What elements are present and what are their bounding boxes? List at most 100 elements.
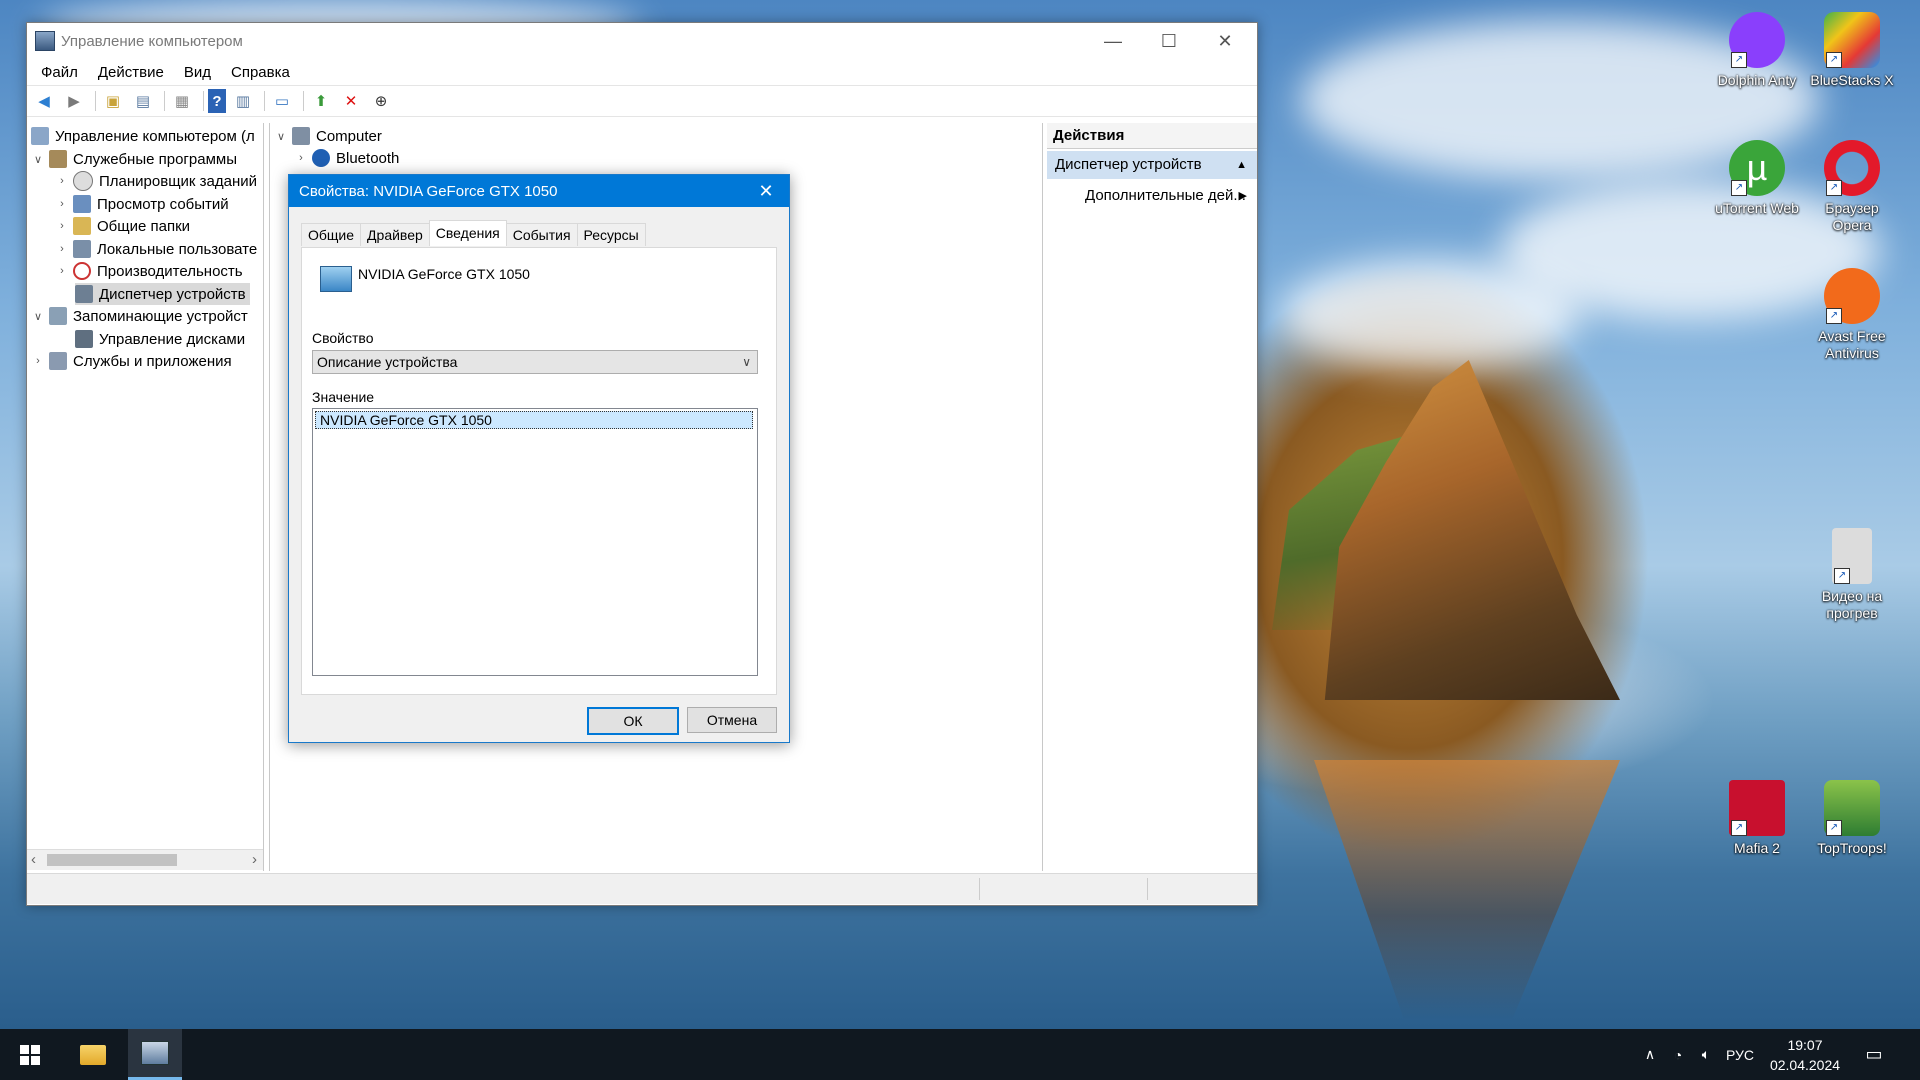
- dialog-close-icon[interactable]: ✕: [743, 175, 789, 207]
- chevron-up-icon[interactable]: ∧: [1636, 1046, 1664, 1063]
- menu-file[interactable]: Файл: [31, 64, 88, 81]
- tree-label: Планировщик заданий: [99, 172, 257, 190]
- horizontal-scrollbar[interactable]: ‹ ›: [27, 849, 263, 870]
- desktop-icon-label: Видео на прогрев: [1821, 588, 1883, 621]
- minimize-button[interactable]: —: [1085, 23, 1141, 59]
- taskbar-file-explorer[interactable]: [66, 1029, 120, 1080]
- desktop-icon-label: Браузер Opera: [1825, 200, 1879, 233]
- desktop-icon-label: Mafia 2: [1734, 840, 1780, 856]
- scroll-left-icon[interactable]: ‹: [31, 851, 36, 868]
- dialog-titlebar[interactable]: Свойства: NVIDIA GeForce GTX 1050 ✕: [289, 175, 789, 207]
- update-driver-icon[interactable]: ⬆: [308, 89, 334, 113]
- details-tab-page: NVIDIA GeForce GTX 1050 Свойство Описани…: [301, 247, 777, 695]
- chevron-down-icon[interactable]: ∨: [31, 310, 45, 323]
- properties-icon[interactable]: ▦: [169, 89, 195, 113]
- device-computer[interactable]: ∨ Computer: [274, 125, 382, 147]
- desktop-icon-video[interactable]: ↗ Видео на прогрев: [1804, 528, 1900, 622]
- desktop-icon-mafia2[interactable]: ↗ Mafia 2: [1709, 780, 1805, 857]
- up-folder-icon[interactable]: ▣: [100, 89, 126, 113]
- chevron-right-icon[interactable]: ›: [31, 355, 45, 367]
- chevron-right-icon[interactable]: ›: [294, 152, 308, 164]
- avast-icon: ↗: [1824, 268, 1880, 324]
- close-button[interactable]: ✕: [1197, 23, 1253, 59]
- video-file-icon: ↗: [1832, 528, 1872, 584]
- chevron-down-icon[interactable]: ∨: [274, 130, 288, 143]
- menu-view[interactable]: Вид: [174, 64, 221, 81]
- network-icon[interactable]: ◔: [1664, 1047, 1692, 1063]
- tab-events[interactable]: События: [505, 223, 578, 246]
- show-tree-icon[interactable]: ▤: [130, 89, 156, 113]
- forward-icon[interactable]: ▶: [61, 89, 87, 113]
- desktop-icon-utorrent[interactable]: µ ↗ uTorrent Web: [1709, 140, 1805, 217]
- start-button[interactable]: [4, 1029, 56, 1080]
- desktop-icon-label: TopTroops!: [1817, 840, 1887, 856]
- back-icon[interactable]: ◀: [31, 89, 57, 113]
- chevron-right-icon[interactable]: ›: [55, 175, 69, 187]
- tab-details[interactable]: Сведения: [428, 220, 507, 246]
- tree-item-storage[interactable]: ∨ Запоминающие устройст: [31, 305, 248, 327]
- menu-help[interactable]: Справка: [221, 64, 300, 81]
- chevron-right-icon[interactable]: ›: [55, 265, 69, 277]
- clock[interactable]: 19:07 02.04.2024: [1760, 1035, 1850, 1075]
- menu-action[interactable]: Действие: [88, 64, 174, 81]
- tree-label: Запоминающие устройст: [73, 307, 248, 325]
- window-titlebar[interactable]: Управление компьютером: [27, 23, 1257, 59]
- chevron-right-icon[interactable]: ›: [55, 198, 69, 210]
- event-viewer-icon: [73, 195, 91, 213]
- tree-item-system-tools[interactable]: ∨ Служебные программы: [31, 148, 237, 170]
- users-icon: [73, 240, 91, 258]
- scrollbar-thumb[interactable]: [47, 854, 177, 866]
- tab-general[interactable]: Общие: [301, 223, 362, 246]
- uninstall-icon[interactable]: ✕: [338, 89, 364, 113]
- maximize-button[interactable]: ☐: [1141, 23, 1197, 59]
- tree-label: Просмотр событий: [97, 195, 229, 213]
- value-listbox[interactable]: NVIDIA GeForce GTX 1050: [312, 408, 758, 676]
- desktop-icon-bluestacks[interactable]: ↗ BlueStacks X: [1804, 12, 1900, 89]
- language-indicator[interactable]: РУС: [1720, 1047, 1760, 1063]
- device-bluetooth[interactable]: › Bluetooth: [294, 147, 399, 169]
- tree-label: Производительность: [97, 262, 243, 280]
- tree-item-shared-folders[interactable]: › Общие папки: [55, 215, 190, 237]
- disk-icon: [75, 330, 93, 348]
- collapse-up-icon[interactable]: ▲: [1236, 151, 1247, 179]
- tree-item-performance[interactable]: › Производительность: [55, 260, 243, 282]
- taskbar-computer-management[interactable]: [128, 1029, 182, 1080]
- desktop-icon-label: Avast Free Antivirus: [1818, 328, 1886, 361]
- tree-label: Общие папки: [97, 217, 191, 235]
- actions-more[interactable]: Дополнительные дей... ▶: [1047, 183, 1257, 209]
- tree-root[interactable]: Управление компьютером (л: [31, 125, 255, 147]
- property-select[interactable]: Описание устройства ∨: [312, 350, 758, 374]
- ok-button[interactable]: ОК: [587, 707, 679, 735]
- desktop-icon-toptroops[interactable]: ↗ TopTroops!: [1804, 780, 1900, 857]
- desktop-icon-opera[interactable]: ↗ Браузер Opera: [1804, 140, 1900, 234]
- action-pane-icon[interactable]: ▥: [230, 89, 256, 113]
- tree-item-task-scheduler[interactable]: › Планировщик заданий: [55, 170, 257, 192]
- performance-icon: [73, 262, 91, 280]
- tree-item-local-users[interactable]: › Локальные пользовате: [55, 238, 257, 260]
- notifications-icon[interactable]: ▭: [1850, 1044, 1898, 1065]
- monitor-icon[interactable]: ▭: [269, 89, 295, 113]
- toptroops-icon: ↗: [1824, 780, 1880, 836]
- tree-item-event-viewer[interactable]: › Просмотр событий: [55, 193, 229, 215]
- value-list-item[interactable]: NVIDIA GeForce GTX 1050: [315, 411, 753, 429]
- chevron-down-icon[interactable]: ∨: [31, 153, 45, 166]
- tab-driver[interactable]: Драйвер: [360, 223, 430, 246]
- cancel-button[interactable]: Отмена: [687, 707, 777, 733]
- volume-icon[interactable]: 🔈︎: [1692, 1046, 1720, 1063]
- scroll-right-icon[interactable]: ›: [252, 851, 257, 868]
- device-label: Bluetooth: [336, 149, 400, 167]
- tree-item-services[interactable]: › Службы и приложения: [31, 350, 232, 372]
- chevron-right-icon[interactable]: ›: [55, 243, 69, 255]
- tree-item-device-manager[interactable]: Диспетчер устройств: [75, 283, 250, 305]
- computer-icon: [292, 127, 310, 145]
- desktop-icon-dolphin-anty[interactable]: ↗ Dolphin Anty: [1709, 12, 1805, 89]
- property-select-value: Описание устройства: [317, 354, 458, 370]
- desktop-icon-avast[interactable]: ↗ Avast Free Antivirus: [1804, 268, 1900, 362]
- actions-section[interactable]: Диспетчер устройств ▲: [1047, 151, 1257, 179]
- tools-icon: [49, 150, 67, 168]
- scan-hardware-icon[interactable]: ⊕: [368, 89, 394, 113]
- tab-resources[interactable]: Ресурсы: [576, 223, 646, 246]
- tree-item-disk-management[interactable]: Управление дисками: [75, 328, 245, 350]
- help-icon[interactable]: ?: [208, 89, 226, 113]
- chevron-right-icon[interactable]: ›: [55, 220, 69, 232]
